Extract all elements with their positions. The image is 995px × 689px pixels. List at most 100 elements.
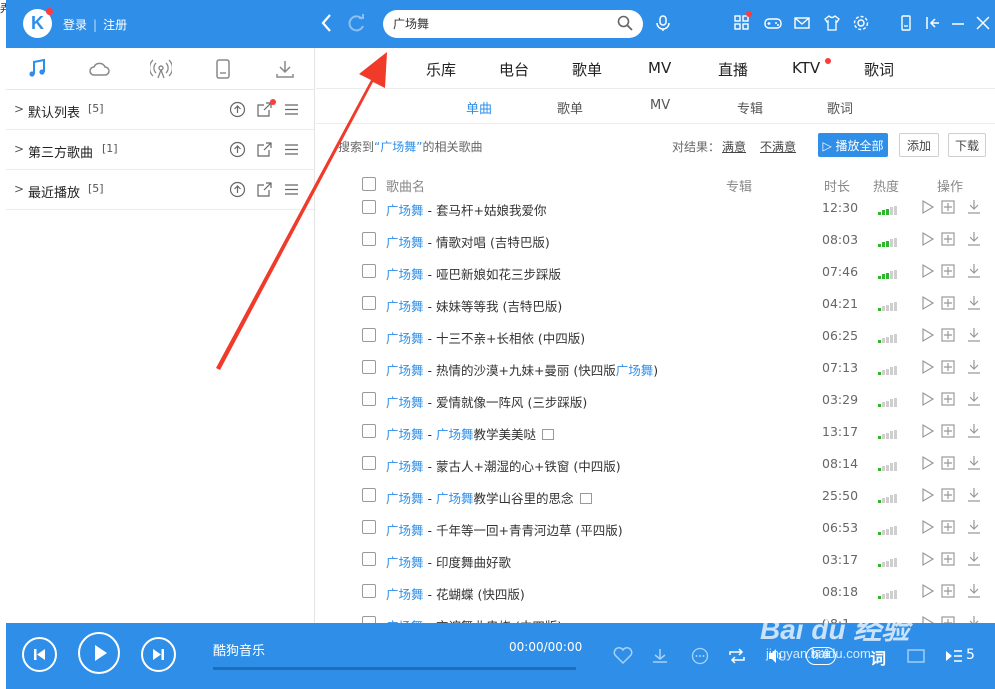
- next-button[interactable]: [141, 637, 176, 672]
- subtab-mv[interactable]: MV: [650, 98, 670, 113]
- song-title[interactable]: 广场舞 - 花蝴蝶 (快四版): [386, 584, 525, 603]
- loop-icon[interactable]: [727, 647, 747, 665]
- mv-icon[interactable]: [542, 429, 555, 440]
- previous-button[interactable]: [22, 637, 57, 672]
- row-checkbox[interactable]: [362, 616, 376, 623]
- tab-ktv[interactable]: KTV: [792, 59, 820, 77]
- tab-radio[interactable]: 电台: [499, 59, 529, 80]
- table-row[interactable]: 广场舞 - 情歌对唱 (吉特巴版) 08:03: [316, 223, 995, 255]
- music-note-icon[interactable]: [26, 58, 48, 80]
- lyrics-toggle[interactable]: 词: [870, 645, 886, 669]
- song-title[interactable]: 广场舞 - 情歌对唱 (吉特巴版): [386, 232, 550, 251]
- song-title[interactable]: 广场舞 - 热情的沙漠+九妹+曼丽 (快四版广场舞): [386, 360, 658, 379]
- search-icon[interactable]: [617, 15, 633, 31]
- voice-search-icon[interactable]: [654, 14, 672, 32]
- table-row[interactable]: 广场舞 - 十三不亲+长相依 (中四版) 06:25: [316, 319, 995, 351]
- mini-player-icon[interactable]: [906, 647, 926, 665]
- select-all-checkbox[interactable]: [362, 177, 376, 191]
- expand-icon[interactable]: >: [14, 142, 24, 156]
- unsatisfied-link[interactable]: 不满意: [760, 140, 796, 154]
- game-icon[interactable]: [764, 14, 782, 32]
- tab-library[interactable]: 乐库: [426, 59, 456, 80]
- tab-playlists[interactable]: 歌单: [572, 59, 602, 80]
- row-checkbox[interactable]: [362, 200, 376, 214]
- login-link[interactable]: 登录: [63, 18, 87, 32]
- playlist-item[interactable]: > 最近播放 [5]: [6, 170, 314, 210]
- song-title[interactable]: 广场舞 - 千年等一回+青青河边草 (平四版): [386, 520, 623, 539]
- cloud-icon[interactable]: [88, 58, 110, 80]
- song-title[interactable]: 广场舞 - 广场舞教学美美哒: [386, 424, 555, 443]
- share-icon[interactable]: [256, 181, 273, 198]
- play-all-button[interactable]: ▷ 播放全部: [818, 133, 888, 157]
- table-row[interactable]: 广场舞 - 花蝴蝶 (快四版) 08:18: [316, 575, 995, 607]
- upload-icon[interactable]: [229, 141, 246, 158]
- progress-bar[interactable]: [213, 667, 576, 670]
- row-checkbox[interactable]: [362, 392, 376, 406]
- search-box[interactable]: [383, 10, 643, 38]
- row-checkbox[interactable]: [362, 360, 376, 374]
- play-button[interactable]: [78, 632, 120, 674]
- row-checkbox[interactable]: [362, 488, 376, 502]
- subtab-lyrics[interactable]: 歌词: [827, 98, 853, 117]
- add-button[interactable]: 添加: [899, 133, 939, 157]
- mini-mode-icon[interactable]: [897, 14, 915, 32]
- song-title[interactable]: 广场舞 - 十三不亲+长相依 (中四版): [386, 328, 585, 347]
- radio-icon[interactable]: [150, 58, 172, 80]
- mail-icon[interactable]: [793, 14, 811, 32]
- song-title[interactable]: 广场舞 - 印度舞曲好歌: [386, 552, 511, 571]
- song-title[interactable]: 广场舞 - 交谊舞曲串烧 (中四版): [386, 616, 562, 623]
- back-icon[interactable]: [320, 13, 334, 38]
- collapse-icon[interactable]: [924, 14, 942, 32]
- table-row[interactable]: 广场舞 - 广场舞教学山谷里的思念 25:50: [316, 479, 995, 511]
- row-checkbox[interactable]: [362, 520, 376, 534]
- song-title[interactable]: 广场舞 - 妹妹等等我 (吉特巴版): [386, 296, 562, 315]
- more-icon[interactable]: [690, 647, 710, 665]
- playlist-item[interactable]: > 默认列表 [5]: [6, 90, 314, 130]
- menu-icon[interactable]: [283, 101, 300, 118]
- row-checkbox[interactable]: [362, 328, 376, 342]
- subtab-songs[interactable]: 单曲: [466, 98, 492, 117]
- minimize-icon[interactable]: [949, 14, 967, 32]
- expand-icon[interactable]: >: [14, 182, 24, 196]
- queue-icon[interactable]: [944, 647, 964, 665]
- register-link[interactable]: 注册: [103, 18, 127, 32]
- row-checkbox[interactable]: [362, 232, 376, 246]
- download-icon[interactable]: [274, 58, 296, 80]
- song-title[interactable]: 广场舞 - 哑巴新娘如花三步踩版: [386, 264, 561, 283]
- table-row[interactable]: 广场舞 - 哑巴新娘如花三步踩版 07:46: [316, 255, 995, 287]
- song-title[interactable]: 广场舞 - 爱情就像一阵风 (三步踩版): [386, 392, 587, 411]
- table-row[interactable]: 广场舞 - 千年等一回+青青河边草 (平四版) 06:53: [316, 511, 995, 543]
- table-row[interactable]: 广场舞 - 蒙古人+潮湿的心+铁窗 (中四版) 08:14: [316, 447, 995, 479]
- row-checkbox[interactable]: [362, 424, 376, 438]
- refresh-icon[interactable]: [347, 13, 367, 38]
- player-download-icon[interactable]: [650, 647, 670, 665]
- subtab-playlists[interactable]: 歌单: [557, 98, 583, 117]
- share-icon[interactable]: [256, 141, 273, 158]
- close-icon[interactable]: [974, 14, 992, 32]
- table-row[interactable]: 广场舞 - 爱情就像一阵风 (三步踩版) 03:29: [316, 383, 995, 415]
- subtab-albums[interactable]: 专辑: [737, 98, 763, 117]
- table-row[interactable]: 广场舞 - 套马杆+姑娘我爱你 12:30: [316, 199, 995, 223]
- upload-icon[interactable]: [229, 101, 246, 118]
- table-row[interactable]: 广场舞 - 妹妹等等我 (吉特巴版) 04:21: [316, 287, 995, 319]
- upload-icon[interactable]: [229, 181, 246, 198]
- table-row[interactable]: 广场舞 - 印度舞曲好歌 03:17: [316, 543, 995, 575]
- row-checkbox[interactable]: [362, 456, 376, 470]
- row-checkbox[interactable]: [362, 552, 376, 566]
- row-checkbox[interactable]: [362, 264, 376, 278]
- download-button[interactable]: 下载: [948, 133, 986, 157]
- search-input[interactable]: [393, 16, 603, 30]
- tab-lyrics[interactable]: 歌词: [864, 59, 894, 80]
- song-title[interactable]: 广场舞 - 蒙古人+潮湿的心+铁窗 (中四版): [386, 456, 621, 475]
- settings-icon[interactable]: [852, 14, 870, 32]
- expand-icon[interactable]: >: [14, 102, 24, 116]
- menu-icon[interactable]: [283, 181, 300, 198]
- tab-mv[interactable]: MV: [648, 59, 671, 77]
- device-icon[interactable]: [212, 58, 234, 80]
- table-row[interactable]: 广场舞 - 热情的沙漠+九妹+曼丽 (快四版广场舞) 07:13: [316, 351, 995, 383]
- row-checkbox[interactable]: [362, 296, 376, 310]
- table-row[interactable]: 广场舞 - 广场舞教学美美哒 13:17: [316, 415, 995, 447]
- skin-icon[interactable]: [823, 14, 841, 32]
- menu-icon[interactable]: [283, 141, 300, 158]
- song-title[interactable]: 广场舞 - 套马杆+姑娘我爱你: [386, 200, 546, 219]
